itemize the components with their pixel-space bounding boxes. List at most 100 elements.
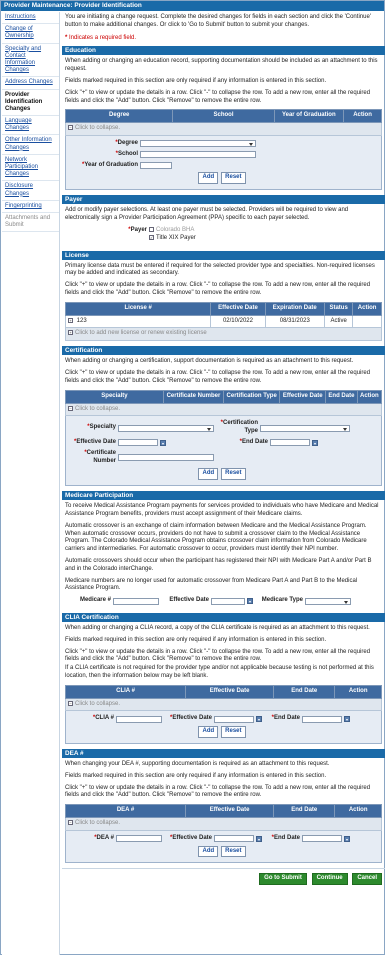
calendar-icon[interactable]: ▾ [312, 439, 318, 446]
sidebar-item-instructions[interactable]: Instructions [2, 12, 59, 25]
sidebar-nav: Instructions Change of Ownership Special… [2, 12, 60, 955]
clia-form: *CLIA # *Effective Date ▾ *End Date ▾ Ad… [65, 711, 382, 744]
col-status: Status [323, 301, 354, 316]
sidebar-item-provider-identification[interactable]: Provider Identification Changes [2, 90, 59, 117]
col-action: Action [334, 804, 382, 818]
clia-reset-button[interactable]: Reset [221, 726, 246, 738]
add-license-link[interactable]: Click to add new license or renew existi… [75, 331, 207, 337]
calendar-icon[interactable]: ▾ [344, 835, 350, 842]
specialty-select[interactable] [118, 424, 214, 432]
go-to-submit-button[interactable]: Go to Submit [259, 873, 307, 886]
medicare-type-select[interactable] [305, 597, 351, 605]
certification-reset-button[interactable]: Reset [221, 468, 246, 481]
sidebar-item-change-of-ownership[interactable]: Change of Ownership [2, 24, 59, 44]
education-add-button[interactable]: Add [198, 172, 219, 185]
payer-option-title-xix[interactable]: ✓ Title XIX Payer [149, 234, 196, 243]
clia-text-3: Click "+" to view or update the details … [65, 648, 371, 663]
dea-effective-label: *Effective Date [162, 835, 214, 843]
license-effective-cell: 02/10/2022 [210, 314, 266, 329]
col-year: Year of Graduation [273, 109, 345, 124]
col-dea-number: DEA # [64, 804, 187, 818]
sidebar-item-disclosure[interactable]: Disclosure Changes [2, 181, 59, 201]
window-frame: Provider Maintenance: Provider Identific… [0, 0, 385, 955]
certification-form: *Specialty *Certification Type *Effectiv… [65, 416, 382, 487]
dea-reset-button[interactable]: Reset [221, 845, 246, 858]
clia-end-input[interactable] [302, 715, 342, 723]
collapse-row[interactable]: − Click to collapse. [65, 697, 382, 712]
sidebar-item-network-participation[interactable]: Network Participation Changes [2, 155, 59, 182]
dea-end-input[interactable] [302, 835, 342, 843]
end-date-label: *End Date [166, 439, 270, 447]
clia-end-label-text: End Date [273, 715, 300, 722]
continue-button[interactable]: Continue [311, 873, 348, 886]
medicare-section: To receive Medical Assistance Program pa… [62, 500, 385, 613]
medicare-text-2: Automatic crossover is an exchange of cl… [65, 522, 367, 553]
cancel-button[interactable]: Cancel [352, 873, 382, 886]
specialty-label-text: Specialty [89, 424, 116, 431]
education-form: *Degree *School *Year of Graduation Add R… [65, 136, 382, 191]
degree-select[interactable] [140, 140, 256, 148]
sidebar-item-address[interactable]: Address Changes [2, 77, 59, 90]
clia-number-input[interactable] [116, 715, 162, 723]
collapse-row[interactable]: − Click to collapse. [65, 816, 382, 831]
end-date-input[interactable] [270, 439, 310, 447]
dea-effective-input[interactable] [214, 835, 254, 843]
dea-end-label: *End Date [262, 835, 302, 843]
clia-effective-input[interactable] [214, 715, 254, 723]
payer-label-text: Payer [130, 226, 147, 233]
intro-block: You are initiating a change request. Com… [62, 12, 385, 46]
education-text-1: When adding or changing an education rec… [65, 58, 378, 73]
expand-icon[interactable]: + [68, 330, 73, 336]
expand-icon[interactable]: + [68, 317, 73, 323]
school-label-text: School [117, 150, 138, 157]
dea-number-label-text: DEA # [96, 834, 114, 841]
collapse-row[interactable]: − Click to collapse. [65, 402, 382, 417]
collapse-row[interactable]: − Click to collapse. [65, 122, 382, 137]
calendar-icon[interactable]: ▾ [344, 716, 350, 723]
dea-add-button[interactable]: Add [198, 845, 219, 858]
clia-add-button[interactable]: Add [198, 726, 219, 738]
cert-number-input[interactable] [118, 454, 214, 462]
certification-text-2: Click "+" to view or update the details … [65, 370, 371, 384]
table-row[interactable]: + 123 02/10/2022 08/31/2023 Active [64, 314, 382, 329]
collapse-text: Click to collapse. [75, 820, 121, 827]
collapse-icon[interactable]: − [68, 700, 73, 706]
checkbox-checked-icon[interactable]: ✓ [149, 234, 154, 240]
col-effective-date: Effective Date [185, 684, 275, 699]
collapse-icon[interactable]: − [68, 405, 73, 411]
cert-type-select[interactable] [260, 424, 350, 432]
add-license-row[interactable]: + Click to add new license or renew exist… [65, 327, 382, 342]
sidebar-item-language[interactable]: Language Changes [2, 116, 59, 136]
sidebar-item-fingerprinting[interactable]: Fingerprinting [2, 201, 59, 213]
col-specialty: Specialty [65, 389, 164, 404]
medicare-effective-input[interactable] [211, 597, 245, 605]
cert-number-label-text: Certificate Number [86, 449, 116, 464]
license-table: License # Effective Date Expiration Date… [64, 301, 382, 342]
license-action-cell [352, 314, 382, 329]
col-end-date: End Date [273, 804, 336, 818]
dea-text-2: Fields marked required in this section a… [65, 772, 327, 779]
certification-add-button[interactable]: Add [198, 468, 219, 481]
collapse-icon[interactable]: − [68, 819, 73, 825]
effective-date-input[interactable] [118, 439, 158, 447]
school-input[interactable] [140, 151, 256, 159]
col-effective-date: Effective Date [279, 389, 327, 404]
medicare-text-3: Automatic crossovers should occur when t… [65, 557, 372, 572]
year-label-text: Year of Graduation [84, 161, 138, 168]
license-expiration-cell: 08/31/2023 [264, 314, 325, 329]
medicare-number-input[interactable] [113, 597, 159, 605]
education-reset-button[interactable]: Reset [221, 172, 246, 185]
education-text-3: Click "+" to view or update the details … [65, 89, 371, 104]
dea-number-label: *DEA # [70, 835, 116, 843]
dea-number-input[interactable] [116, 835, 162, 843]
required-star: * [65, 34, 68, 41]
year-input[interactable] [140, 161, 172, 169]
payer-options: Colorado BHA ✓ Title XIX Payer [149, 226, 196, 243]
medicare-effective-label: Effective Date [169, 597, 209, 604]
collapse-icon[interactable]: − [68, 125, 73, 131]
checkbox-icon [149, 226, 154, 232]
sidebar-item-specialty-contact[interactable]: Specialty and Contact Information Change… [2, 44, 59, 78]
sidebar-item-other-information[interactable]: Other Information Changes [2, 135, 59, 155]
col-end-date: End Date [273, 684, 336, 699]
col-degree: Degree [64, 109, 174, 124]
